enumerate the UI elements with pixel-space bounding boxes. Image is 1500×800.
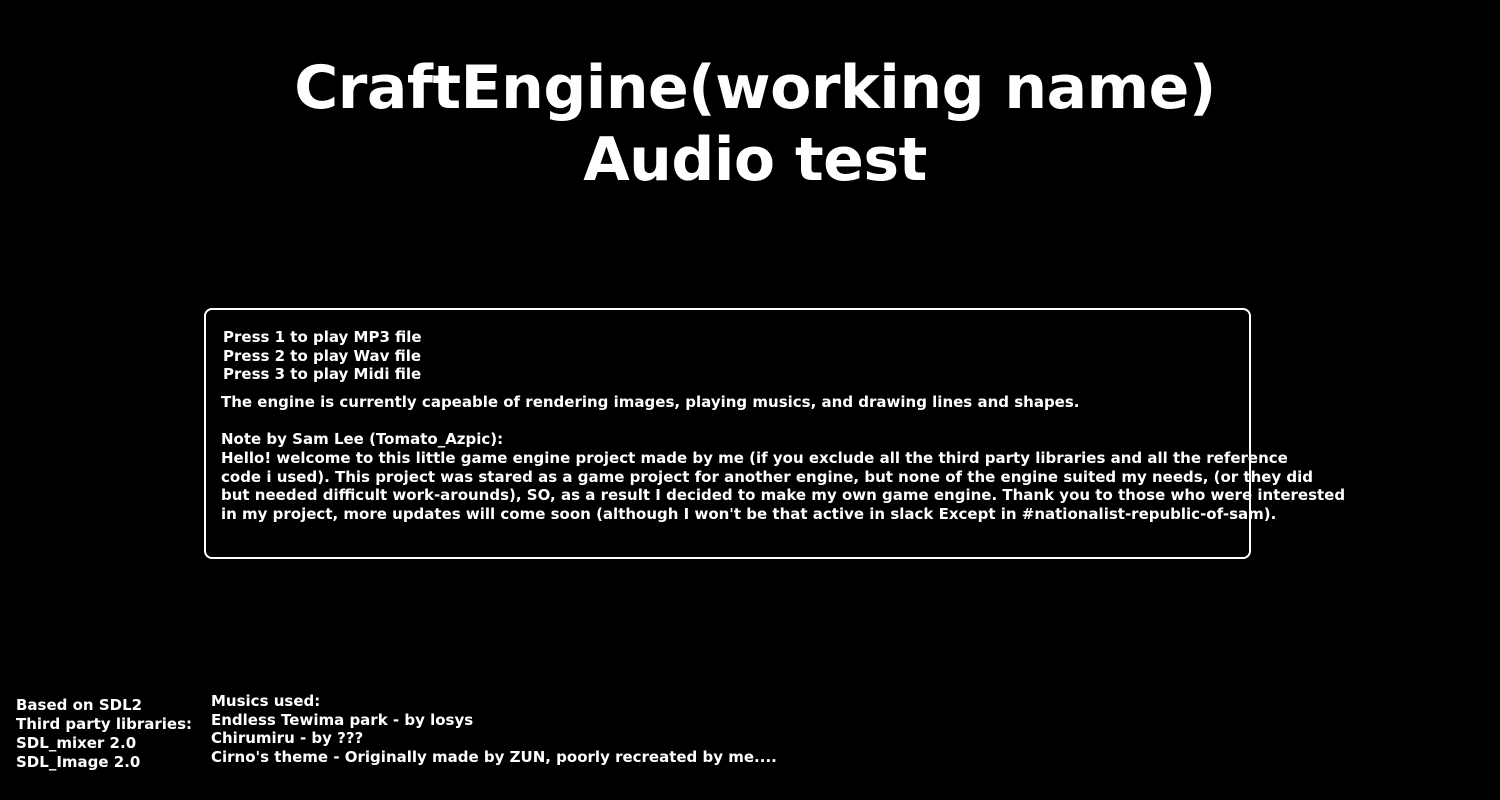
control-hint-mp3: Press 1 to play MP3 file: [223, 328, 422, 346]
info-panel: Press 1 to play MP3 file Press 2 to play…: [204, 308, 1345, 559]
author-note-body: Hello! welcome to this little game engin…: [221, 449, 1345, 523]
music-credits: Musics used: Endless Tewima park - by lo…: [211, 692, 777, 767]
music-credit-line: Chirumiru - by ???: [211, 729, 364, 748]
library-credit-line: SDL_mixer 2.0: [16, 734, 137, 752]
author-note-heading: Note by Sam Lee (Tomato_Azpic):: [221, 430, 504, 448]
library-credit-line: SDL_Image 2.0: [16, 753, 141, 771]
library-credit-line: Based on SDL2: [16, 696, 143, 714]
music-credit-line: Endless Tewima park - by losys: [211, 710, 474, 729]
library-credit-line: Third party libraries:: [16, 715, 193, 733]
game-subtitle: Audio test: [583, 125, 927, 195]
music-credits-heading: Musics used:: [211, 692, 321, 710]
author-note-line: Hello! welcome to this little game engin…: [221, 449, 1288, 467]
author-note-line: in my project, more updates will come so…: [221, 504, 1277, 523]
author-note-line: but needed difficult work-arounds), SO, …: [221, 486, 1346, 505]
control-hint-wav: Press 2 to play Wav file: [223, 346, 422, 365]
game-title: CraftEngine(working name): [294, 53, 1216, 123]
controls-list: Press 1 to play MP3 file Press 2 to play…: [223, 328, 422, 384]
engine-capability-text: The engine is currently capeable of rend…: [221, 393, 1080, 411]
title-block: CraftEngine(working name) Audio test: [0, 52, 1500, 196]
author-note-line: code i used). This project was stared as…: [221, 467, 1314, 486]
control-hint-midi: Press 3 to play Midi file: [223, 365, 422, 384]
library-credits: Based on SDL2 Third party libraries: SDL…: [16, 696, 192, 772]
music-credit-line: Cirno's theme - Originally made by ZUN, …: [211, 748, 777, 767]
